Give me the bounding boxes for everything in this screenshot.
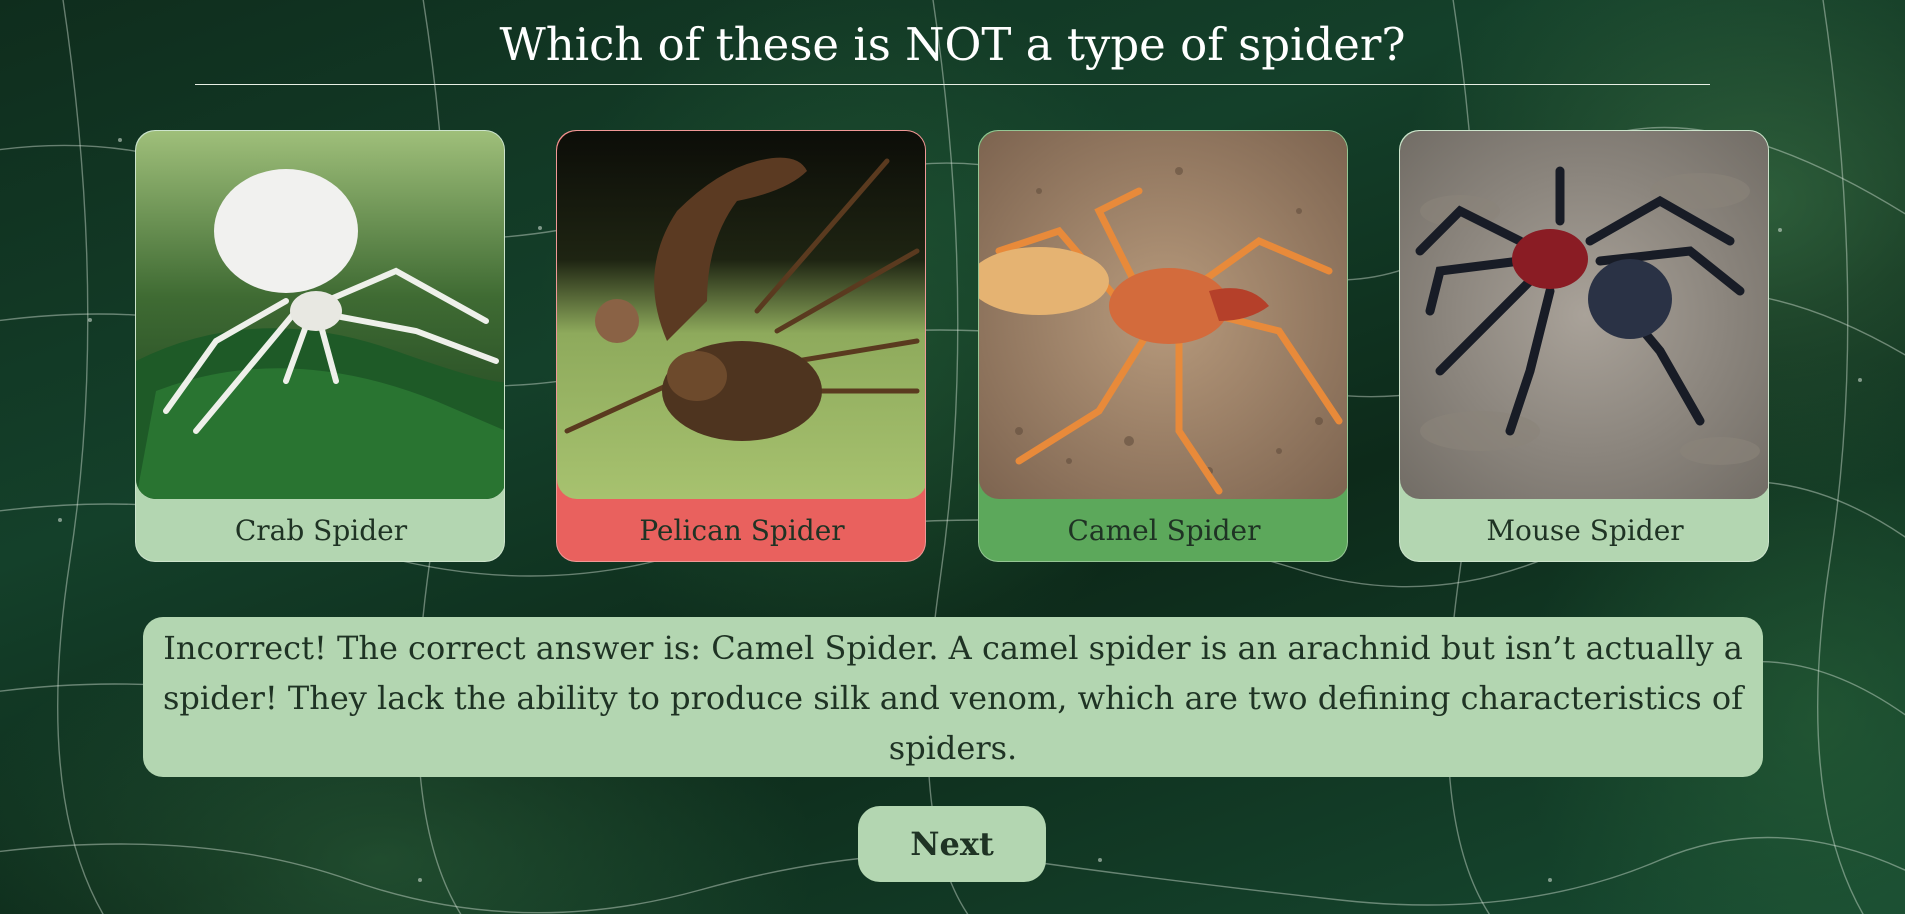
answer-option-mouse-spider[interactable]: Mouse Spider: [1399, 130, 1769, 562]
answer-option-pelican-spider[interactable]: Pelican Spider: [556, 130, 926, 562]
camel-spider-image: [979, 131, 1347, 499]
pelican-spider-image: [557, 131, 925, 499]
answer-feedback: Incorrect! The correct answer is: Camel …: [143, 617, 1763, 777]
crab-spider-image: [136, 131, 504, 499]
question-title: Which of these is NOT a type of spider?: [499, 18, 1406, 71]
option-label: Camel Spider: [1067, 514, 1261, 547]
option-label: Pelican Spider: [639, 514, 845, 547]
title-divider: [195, 84, 1710, 85]
next-button[interactable]: Next: [858, 806, 1046, 882]
mouse-spider-image: [1400, 131, 1768, 499]
answer-option-camel-spider[interactable]: Camel Spider: [978, 130, 1348, 562]
option-label: Crab Spider: [234, 514, 408, 547]
option-label: Mouse Spider: [1486, 514, 1684, 547]
answer-option-crab-spider[interactable]: Crab Spider: [135, 130, 505, 562]
